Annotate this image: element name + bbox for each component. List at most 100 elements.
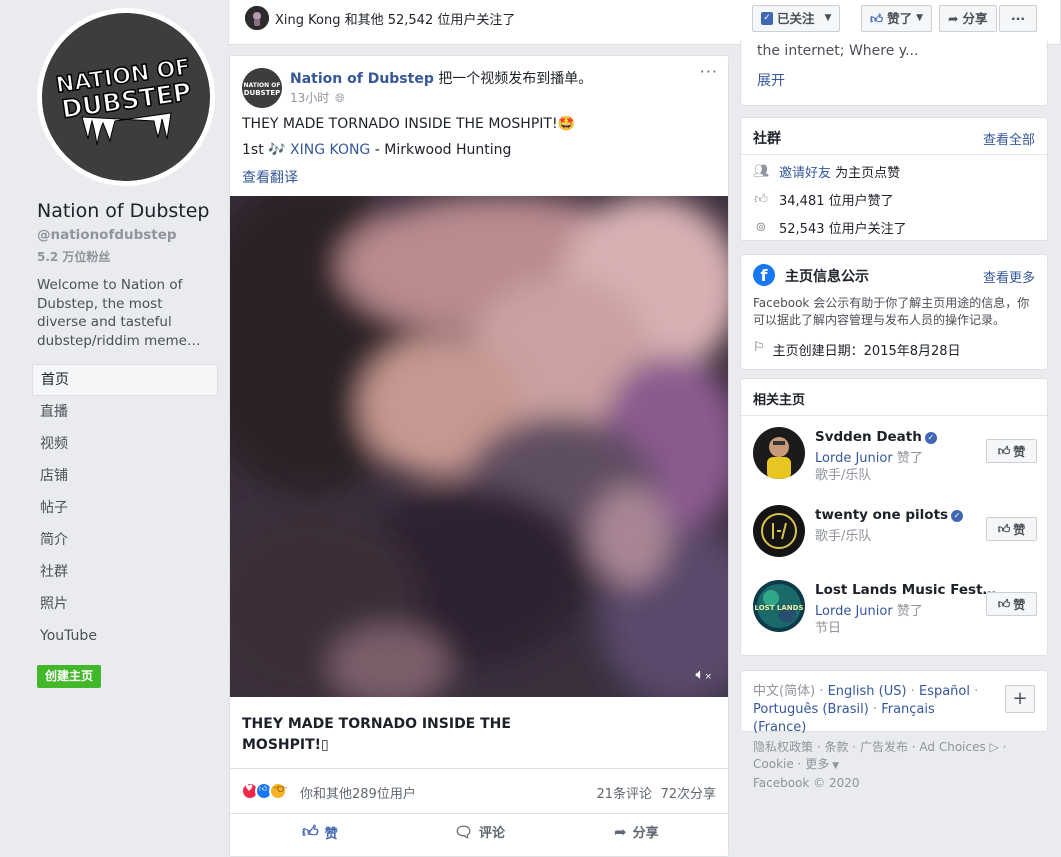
follower-avatar-icon <box>245 6 269 30</box>
video-frame <box>230 196 728 697</box>
share-button[interactable]: ➦ 分享 <box>939 5 997 32</box>
invite-friends-row: 👥︎ 邀请好友 为主页点赞 <box>753 162 900 181</box>
create-page-button[interactable]: 创建主页 <box>37 665 102 688</box>
expand-link[interactable]: 展开 <box>757 70 785 90</box>
related-pages-title: 相关主页 <box>753 393 806 408</box>
share-action-button[interactable]: ➦ 分享 <box>614 822 659 842</box>
svdden-death-avatar[interactable] <box>753 427 805 479</box>
footer-link[interactable]: 条款 <box>824 740 848 754</box>
post-text: THEY MADE TORNADO INSIDE THE MOSHPIT!🤩 <box>242 116 576 132</box>
lost-lands-avatar[interactable]: LOST LANDS <box>753 580 805 632</box>
add-language-button[interactable]: + <box>1005 685 1035 713</box>
related-page-item[interactable]: twenty one pilots ✓ 歌手/乐队 👍︎ 赞 <box>753 505 1037 565</box>
nav-item-home[interactable]: 首页 <box>32 364 218 396</box>
page-actions-bar: Xing Kong 和其他 52,542 位用户关注了 ✓ 已关注 ▼ 👍︎ 赞… <box>228 0 1061 45</box>
verified-badge-icon: ✓ <box>924 432 937 444</box>
following-button[interactable]: ✓ 已关注 ▼ <box>752 5 841 32</box>
nav-item-youtube[interactable]: YouTube <box>32 620 218 652</box>
like-label: 赞 <box>1013 444 1026 459</box>
post-more-button[interactable]: ··· <box>700 62 718 81</box>
see-all-link[interactable]: 查看全部 <box>983 129 1035 148</box>
related-page-name[interactable]: Svdden Death ✓ <box>815 429 937 445</box>
nav-item-community[interactable]: 社群 <box>32 556 218 588</box>
nav-item-about[interactable]: 简介 <box>32 524 218 556</box>
community-title: 社群 <box>753 131 781 147</box>
page-name[interactable]: Nation of Dubstep <box>37 200 209 222</box>
post-timestamp[interactable]: 13小时 🌐︎ <box>290 89 345 106</box>
comment-count[interactable]: 21条评论 <box>596 783 652 802</box>
language-option[interactable]: Español <box>919 684 970 699</box>
nav-item-shop[interactable]: 店铺 <box>32 460 218 492</box>
reactions-summary: ♥ 👍︎ ᵔᗜᵔ 你和其他289位用户 21条评论 72次分享 <box>230 768 728 814</box>
rss-follow-icon: ⊚ <box>755 220 767 235</box>
thumbs-up-icon: 👍︎ <box>997 521 1011 536</box>
people-icon: 👥︎ <box>753 164 770 179</box>
likes-count: 34,481 位用户赞了 <box>779 194 894 209</box>
like-page-button[interactable]: 👍︎ 赞 <box>986 517 1037 541</box>
share-count[interactable]: 72次分享 <box>660 783 716 802</box>
artist-link[interactable]: XING KONG <box>290 142 370 158</box>
post-song-credit: 1st 🎶 XING KONG - Mirkwood Hunting <box>242 142 511 158</box>
languages-card: 中文(简体) · English (US) · Español · Portug… <box>740 670 1048 735</box>
follower-avatar[interactable] <box>245 6 269 30</box>
like-action-button[interactable]: 👍︎ 赞 <box>302 822 338 842</box>
copyright: Facebook © 2020 <box>753 776 860 790</box>
mute-icon[interactable]: 🔈︎× <box>695 665 712 683</box>
reaction-icons[interactable]: ♥ 👍︎ ᵔᗜᵔ <box>241 782 287 800</box>
thumbs-up-icon: 👍︎ <box>754 192 768 207</box>
thumbs-up-icon: 👍︎ <box>302 822 319 841</box>
post-author-link[interactable]: Nation of Dubstep <box>290 71 434 87</box>
divider <box>741 415 1047 416</box>
nav-item-videos[interactable]: 视频 <box>32 428 218 460</box>
language-option[interactable]: English (US) <box>828 684 907 699</box>
related-page-item[interactable]: Svdden Death ✓ Lorde Junior 赞了 歌手/乐队 👍︎ 赞 <box>753 427 1037 487</box>
footer-link[interactable]: 隐私权政策 <box>753 740 813 754</box>
chevron-down-icon: ▼ <box>824 13 832 23</box>
dubstep-logo-icon: NATION OF DUBSTEP <box>42 13 210 181</box>
liked-button[interactable]: 👍︎ 赞了 ▼ <box>861 5 933 32</box>
twenty-one-pilots-avatar[interactable] <box>753 505 805 557</box>
video-player[interactable]: 🔈︎× <box>230 196 728 697</box>
footer-link[interactable]: Cookie <box>753 757 794 771</box>
related-page-name[interactable]: twenty one pilots ✓ <box>815 507 964 523</box>
thumbs-up-icon: 👍︎ <box>997 443 1011 458</box>
reactions-text[interactable]: 你和其他289位用户 <box>300 783 416 802</box>
nav-item-posts[interactable]: 帖子 <box>32 492 218 524</box>
comment-action-button[interactable]: 🗨︎ 评论 <box>454 822 505 842</box>
dubstep-logo-icon: NATION OF DUBSTEP <box>242 68 282 108</box>
nav-item-photos[interactable]: 照片 <box>32 588 218 620</box>
like-page-button[interactable]: 👍︎ 赞 <box>986 592 1037 616</box>
footer-link[interactable]: 更多 <box>805 757 829 771</box>
share-action-label: 分享 <box>632 826 659 841</box>
language-option[interactable]: Português (Brasil) <box>753 702 869 717</box>
invite-friends-link[interactable]: 邀请好友 <box>779 166 831 181</box>
more-options-button[interactable]: ··· <box>999 5 1037 32</box>
like-page-button[interactable]: 👍︎ 赞 <box>986 439 1037 463</box>
chevron-down-icon: ▼ <box>829 761 839 771</box>
page-profile-picture[interactable]: NATION OF DUBSTEP <box>37 8 215 186</box>
footer-link[interactable]: Ad Choices <box>919 740 985 754</box>
lost-lands-logo-icon: LOST LANDS <box>753 580 805 632</box>
verified-badge-icon: ✓ <box>951 510 964 522</box>
friend-action: 赞了 <box>892 451 923 466</box>
post-author-avatar[interactable]: NATION OF DUBSTEP <box>242 68 282 108</box>
haha-reaction-icon: ᵔᗜᵔ <box>269 782 287 800</box>
nav-item-live[interactable]: 直播 <box>32 396 218 428</box>
footer-link[interactable]: 广告发布 <box>860 740 908 754</box>
see-more-link[interactable]: 查看更多 <box>983 267 1035 286</box>
footer: 隐私权政策 · 条款 · 广告发布 · Ad Choices ▷ · Cooki… <box>753 739 1043 792</box>
related-page-name[interactable]: Lost Lands Music Fest… <box>815 582 996 598</box>
see-translation-link[interactable]: 查看翻译 <box>242 167 298 187</box>
like-label: 赞 <box>1013 522 1026 537</box>
thumbs-up-icon: 👍︎ <box>997 596 1011 611</box>
song-prefix: 1st 🎶 <box>242 142 291 158</box>
svg-text:LOST LANDS: LOST LANDS <box>754 604 803 612</box>
following-icon: ✓ <box>761 12 773 25</box>
share-arrow-icon: ➦ <box>948 11 959 26</box>
globe-icon: 🌐︎ <box>335 91 345 105</box>
share-label: 分享 <box>962 11 988 26</box>
community-card: 社群 查看全部 👥︎ 邀请好友 为主页点赞 👍︎ 34,481 位用户赞了 ⊚ … <box>740 117 1048 241</box>
about-text: the internet; Where y... <box>757 43 919 59</box>
related-page-item[interactable]: LOST LANDS Lost Lands Music Fest… Lorde … <box>753 580 1037 640</box>
post-header: Nation of Dubstep 把一个视频发布到播单。 <box>290 68 592 88</box>
